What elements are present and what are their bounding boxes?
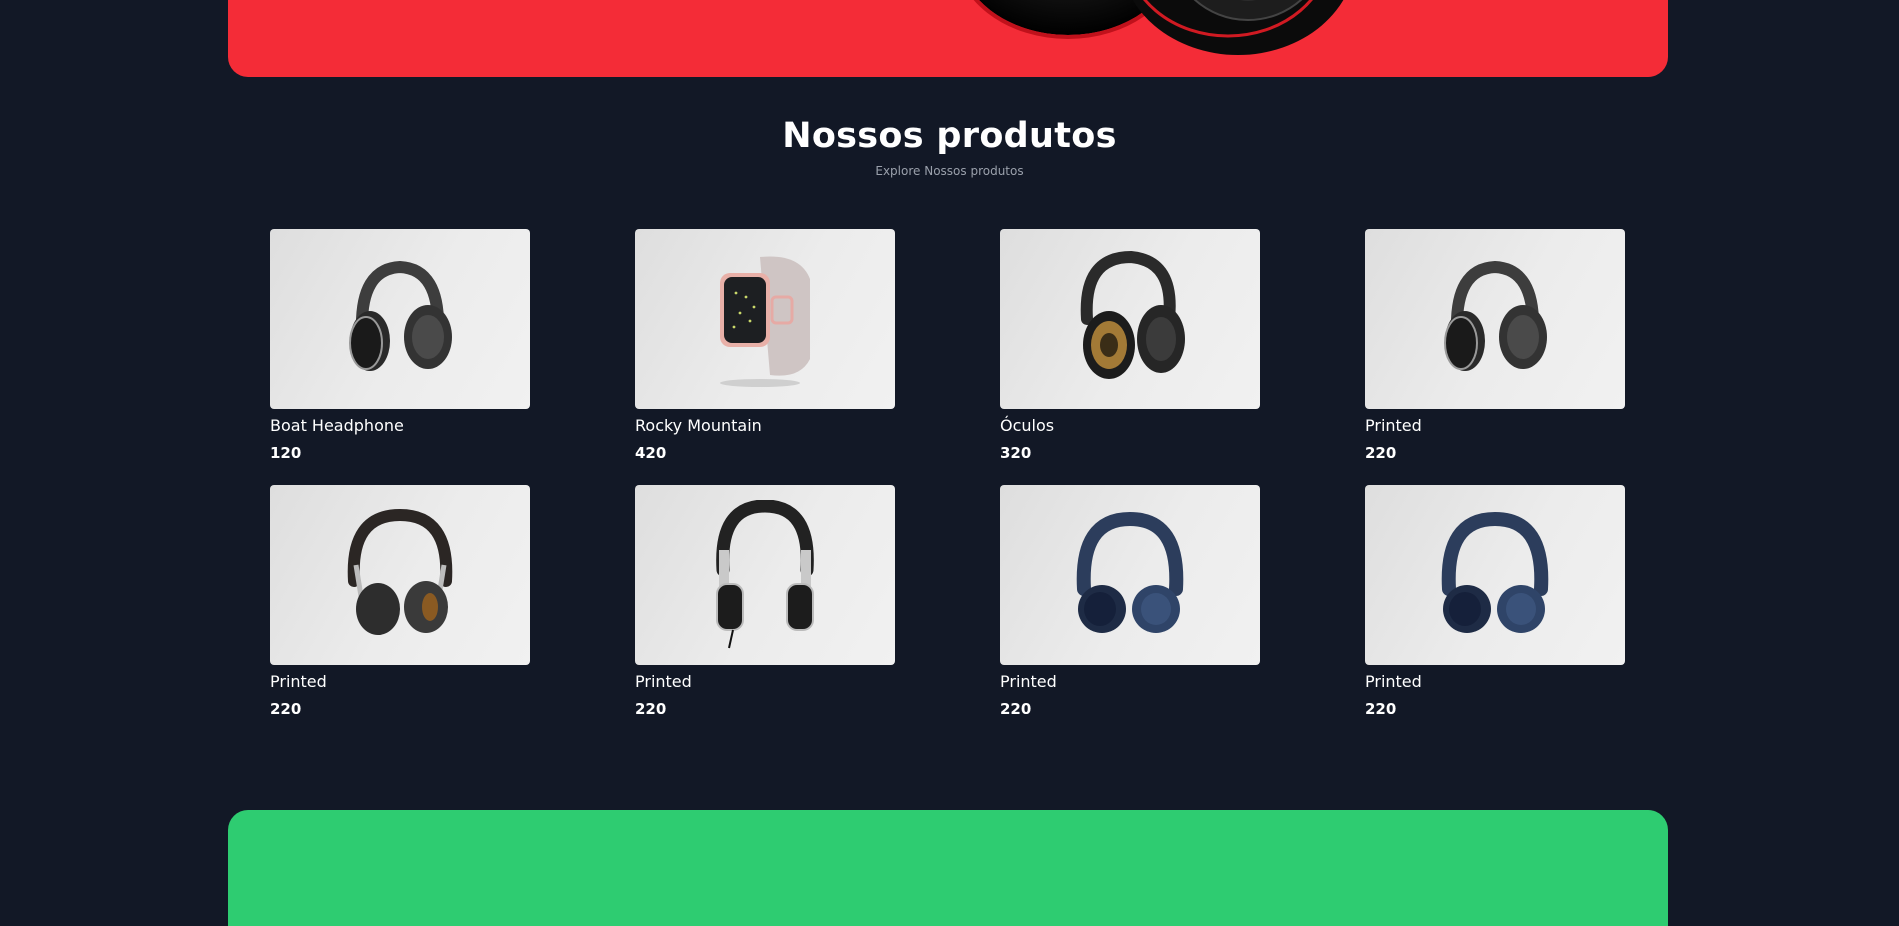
page: Nossos produtos Explore Nossos produtos … <box>0 0 1899 926</box>
headphone-navy-icon[interactable] <box>1365 485 1625 665</box>
product-name[interactable]: Óculos <box>1000 415 1260 437</box>
headphone-black-gold-icon[interactable] <box>1000 229 1260 409</box>
product-name[interactable]: Printed <box>1000 671 1260 693</box>
hero-headphone-image <box>928 0 1388 63</box>
product-card[interactable]: Printed 220 <box>1000 485 1260 719</box>
product-card[interactable]: Rocky Mountain 420 <box>635 229 895 463</box>
hero-banner <box>228 0 1668 77</box>
product-card[interactable]: Printed 220 <box>635 485 895 719</box>
products-heading: Nossos produtos Explore Nossos produtos <box>0 116 1899 178</box>
product-name[interactable]: Rocky Mountain <box>635 415 895 437</box>
product-price: 220 <box>270 700 302 718</box>
product-grid: Boat Headphone 120 Rocky Mountain 420 Óc… <box>270 229 1626 719</box>
product-price: 220 <box>1000 700 1032 718</box>
product-name[interactable]: Boat Headphone <box>270 415 530 437</box>
product-price: 220 <box>1365 700 1397 718</box>
promo-banner <box>228 810 1668 926</box>
product-name[interactable]: Printed <box>270 671 530 693</box>
headphone-navy-icon[interactable] <box>1000 485 1260 665</box>
product-card[interactable]: Óculos 320 <box>1000 229 1260 463</box>
headphone-gray-icon[interactable] <box>1365 229 1625 409</box>
product-price: 320 <box>1000 444 1032 462</box>
headphone-dj-silver-icon[interactable] <box>635 485 895 665</box>
product-card[interactable]: Boat Headphone 120 <box>270 229 530 463</box>
section-subtitle: Explore Nossos produtos <box>875 164 1024 178</box>
product-card[interactable]: Printed 220 <box>1365 485 1625 719</box>
headphone-black-silver-icon[interactable] <box>270 485 530 665</box>
section-title: Nossos produtos <box>782 116 1117 156</box>
product-card[interactable]: Printed 220 <box>1365 229 1625 463</box>
product-name[interactable]: Printed <box>1365 415 1625 437</box>
product-price: 420 <box>635 444 667 462</box>
product-price: 220 <box>635 700 667 718</box>
headphone-gray-icon[interactable] <box>270 229 530 409</box>
product-name[interactable]: Printed <box>1365 671 1625 693</box>
product-price: 220 <box>1365 444 1397 462</box>
smartwatch-pink-icon[interactable] <box>635 229 895 409</box>
product-price: 120 <box>270 444 302 462</box>
product-card[interactable]: Printed 220 <box>270 485 530 719</box>
product-name[interactable]: Printed <box>635 671 895 693</box>
